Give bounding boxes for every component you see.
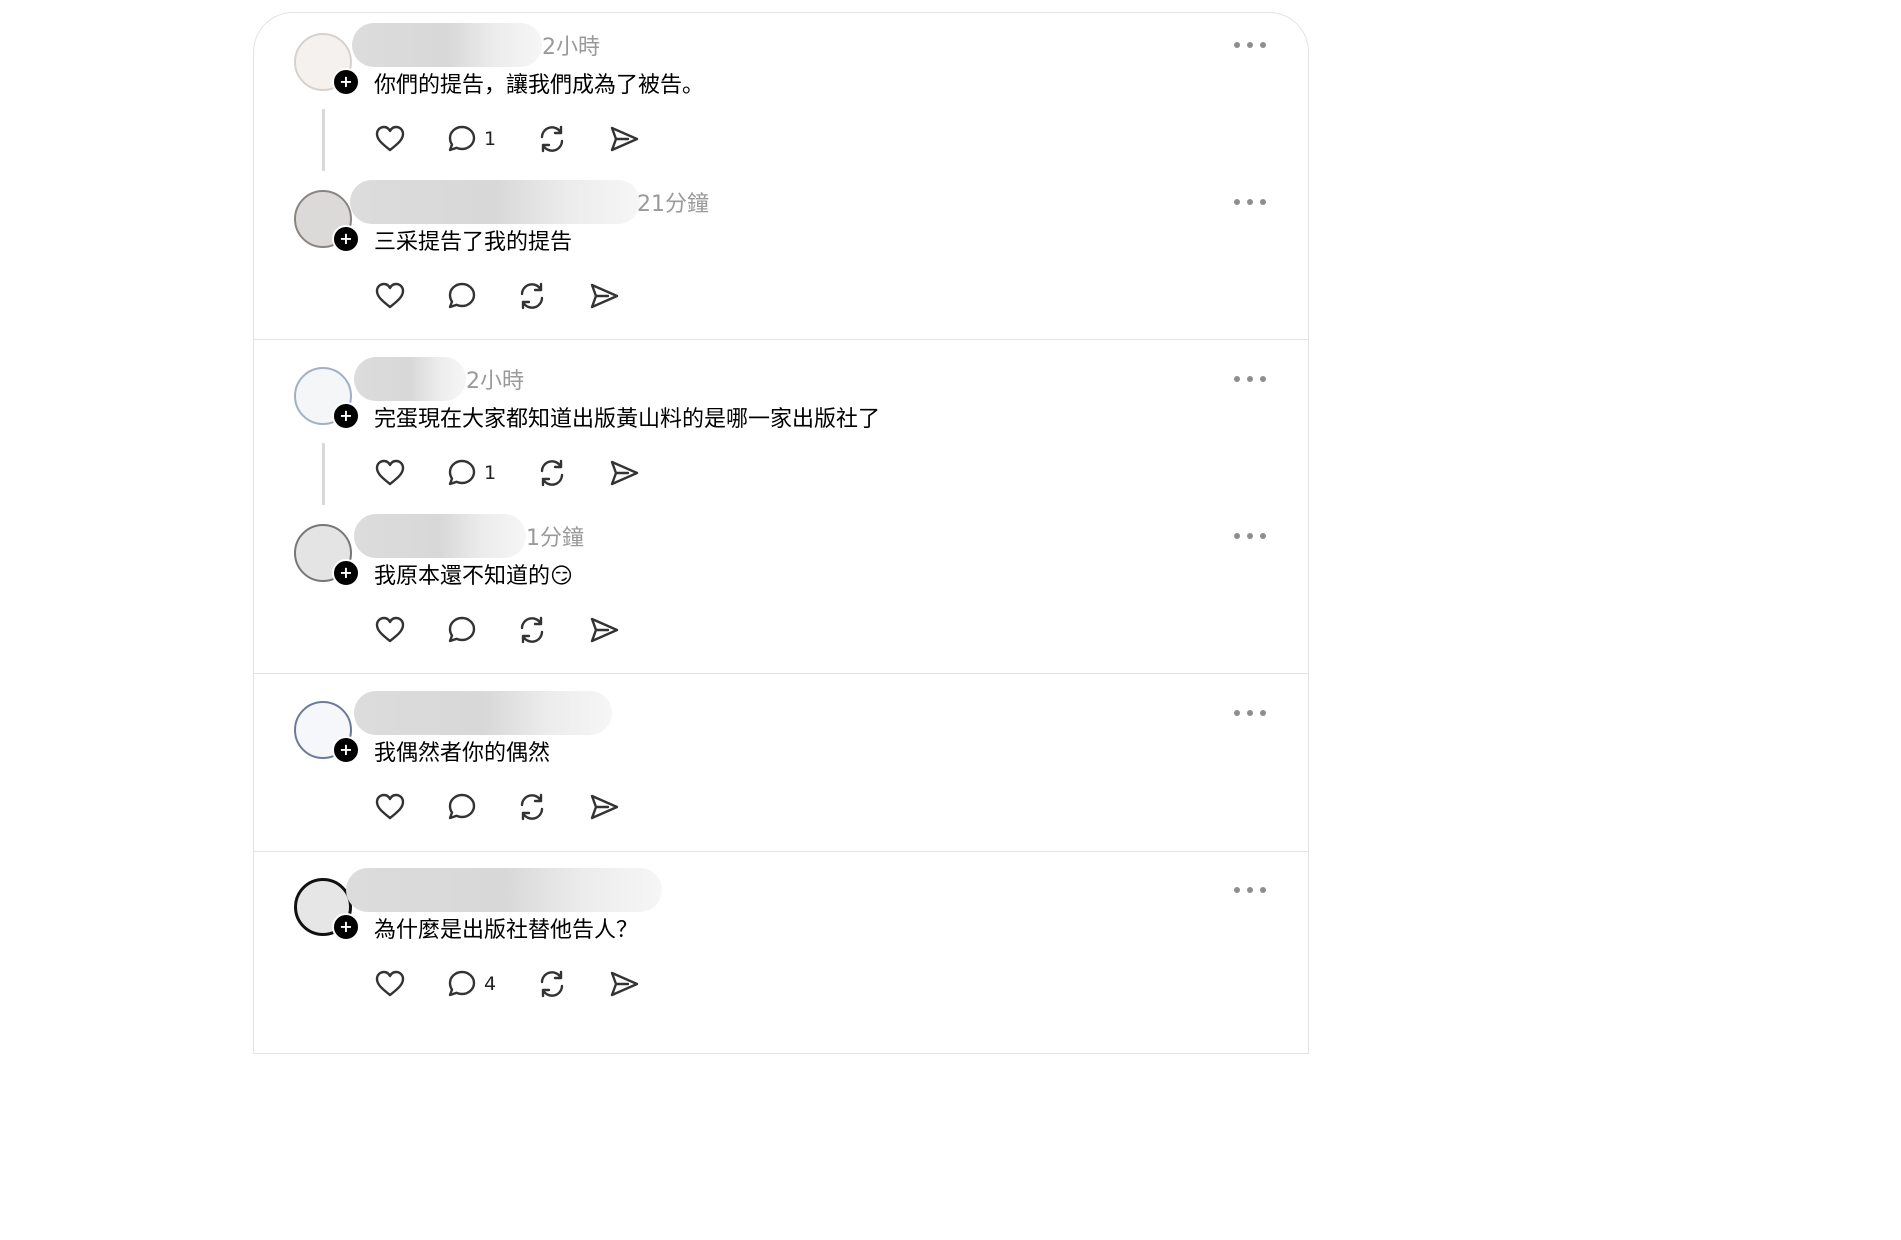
share-button[interactable] (588, 612, 620, 648)
reply-button[interactable] (446, 789, 484, 825)
repost-icon (540, 125, 564, 153)
share-button[interactable] (608, 455, 640, 491)
send-icon (590, 283, 619, 309)
plus-icon[interactable]: + (332, 68, 360, 96)
reply-count: 1 (484, 462, 497, 484)
reply-count: 4 (484, 973, 497, 995)
action-bar: 4 (374, 966, 774, 1002)
reply-button[interactable]: 1 (446, 455, 496, 491)
username-redacted (350, 180, 640, 224)
divider (254, 339, 1308, 340)
send-icon (610, 460, 639, 486)
send-icon (610, 126, 639, 152)
post[interactable]: + 21分鐘 三采提告了我的提告 (254, 170, 1308, 326)
heart-icon (375, 970, 405, 997)
timestamp: 2小時 (542, 35, 600, 60)
plus-icon[interactable]: + (332, 913, 360, 941)
repost-button[interactable] (516, 278, 548, 314)
reply-button[interactable] (446, 278, 484, 314)
plus-icon[interactable]: + (332, 736, 360, 764)
share-button[interactable] (608, 966, 640, 1002)
timestamp: 1分鐘 (526, 526, 584, 551)
speech-bubble-icon (448, 793, 476, 820)
speech-bubble-icon (448, 125, 476, 152)
username-redacted (354, 357, 466, 401)
send-icon (610, 971, 639, 997)
heart-icon (375, 793, 405, 820)
speech-bubble-icon (448, 459, 476, 486)
username-redacted (352, 23, 542, 67)
repost-icon (520, 282, 544, 310)
repost-button[interactable] (516, 789, 548, 825)
repost-button[interactable] (536, 455, 568, 491)
post-text: 完蛋現在大家都知道出版黃山料的是哪一家出版社了 (374, 407, 881, 432)
share-button[interactable] (588, 789, 620, 825)
reply-button[interactable]: 4 (446, 966, 496, 1002)
speech-bubble-icon (448, 970, 476, 997)
speech-bubble-icon (448, 282, 476, 309)
reply-button[interactable] (446, 612, 484, 648)
repost-icon (540, 459, 564, 487)
repost-button[interactable] (536, 966, 568, 1002)
like-button[interactable] (374, 455, 406, 491)
post-text: 你們的提告，讓我們成為了被告。 (374, 73, 705, 98)
divider (254, 673, 1308, 674)
post[interactable]: + 2小時 完蛋現在大家都知道出版黃山料的是哪一家出版社了 1 (254, 347, 1308, 505)
more-dots-icon[interactable] (1234, 532, 1270, 540)
action-bar: 1 (374, 455, 774, 491)
repost-button[interactable] (516, 612, 548, 648)
heart-icon (375, 282, 405, 309)
plus-icon[interactable]: + (332, 559, 360, 587)
post[interactable]: + 為什麼是出版社替他告人？ 4 (254, 858, 1308, 1014)
repost-icon (520, 793, 544, 821)
reply-count: 1 (484, 128, 497, 150)
post[interactable]: + 我偶然者你的偶然 (254, 681, 1308, 837)
more-dots-icon[interactable] (1234, 198, 1270, 206)
like-button[interactable] (374, 612, 406, 648)
username-redacted (354, 691, 612, 735)
more-dots-icon[interactable] (1234, 886, 1270, 894)
thread-line (322, 109, 325, 171)
post-text: 三采提告了我的提告 (374, 230, 573, 255)
share-button[interactable] (588, 278, 620, 314)
more-dots-icon[interactable] (1234, 375, 1270, 383)
post-text: 我原本還不知道的😏 (374, 564, 573, 589)
heart-icon (375, 125, 405, 152)
send-icon (590, 794, 619, 820)
plus-icon[interactable]: + (332, 402, 360, 430)
action-bar (374, 278, 774, 314)
plus-icon[interactable]: + (332, 225, 360, 253)
action-bar (374, 789, 774, 825)
heart-icon (375, 459, 405, 486)
username-redacted (354, 514, 526, 558)
repost-icon (520, 616, 544, 644)
timestamp: 21分鐘 (637, 192, 709, 217)
timestamp: 2小時 (466, 369, 524, 394)
thread-card: + 2小時 你們的提告，讓我們成為了被告。 1 + 21分鐘 三采提告了我的提告… (253, 12, 1309, 1054)
like-button[interactable] (374, 121, 406, 157)
reply-button[interactable]: 1 (446, 121, 496, 157)
more-dots-icon[interactable] (1234, 709, 1270, 717)
post-text: 我偶然者你的偶然 (374, 741, 551, 766)
like-button[interactable] (374, 278, 406, 314)
username-redacted (346, 868, 662, 912)
heart-icon (375, 616, 405, 643)
send-icon (590, 617, 619, 643)
repost-button[interactable] (536, 121, 568, 157)
like-button[interactable] (374, 789, 406, 825)
repost-icon (540, 970, 564, 998)
post[interactable]: + 2小時 你們的提告，讓我們成為了被告。 1 (254, 13, 1308, 171)
post[interactable]: + 1分鐘 我原本還不知道的😏 (254, 504, 1308, 660)
thread-line (322, 443, 325, 505)
share-button[interactable] (608, 121, 640, 157)
speech-bubble-icon (448, 616, 476, 643)
divider (254, 851, 1308, 852)
more-dots-icon[interactable] (1234, 41, 1270, 49)
action-bar (374, 612, 774, 648)
action-bar: 1 (374, 121, 774, 157)
post-text: 為什麼是出版社替他告人？ (374, 918, 639, 943)
like-button[interactable] (374, 966, 406, 1002)
